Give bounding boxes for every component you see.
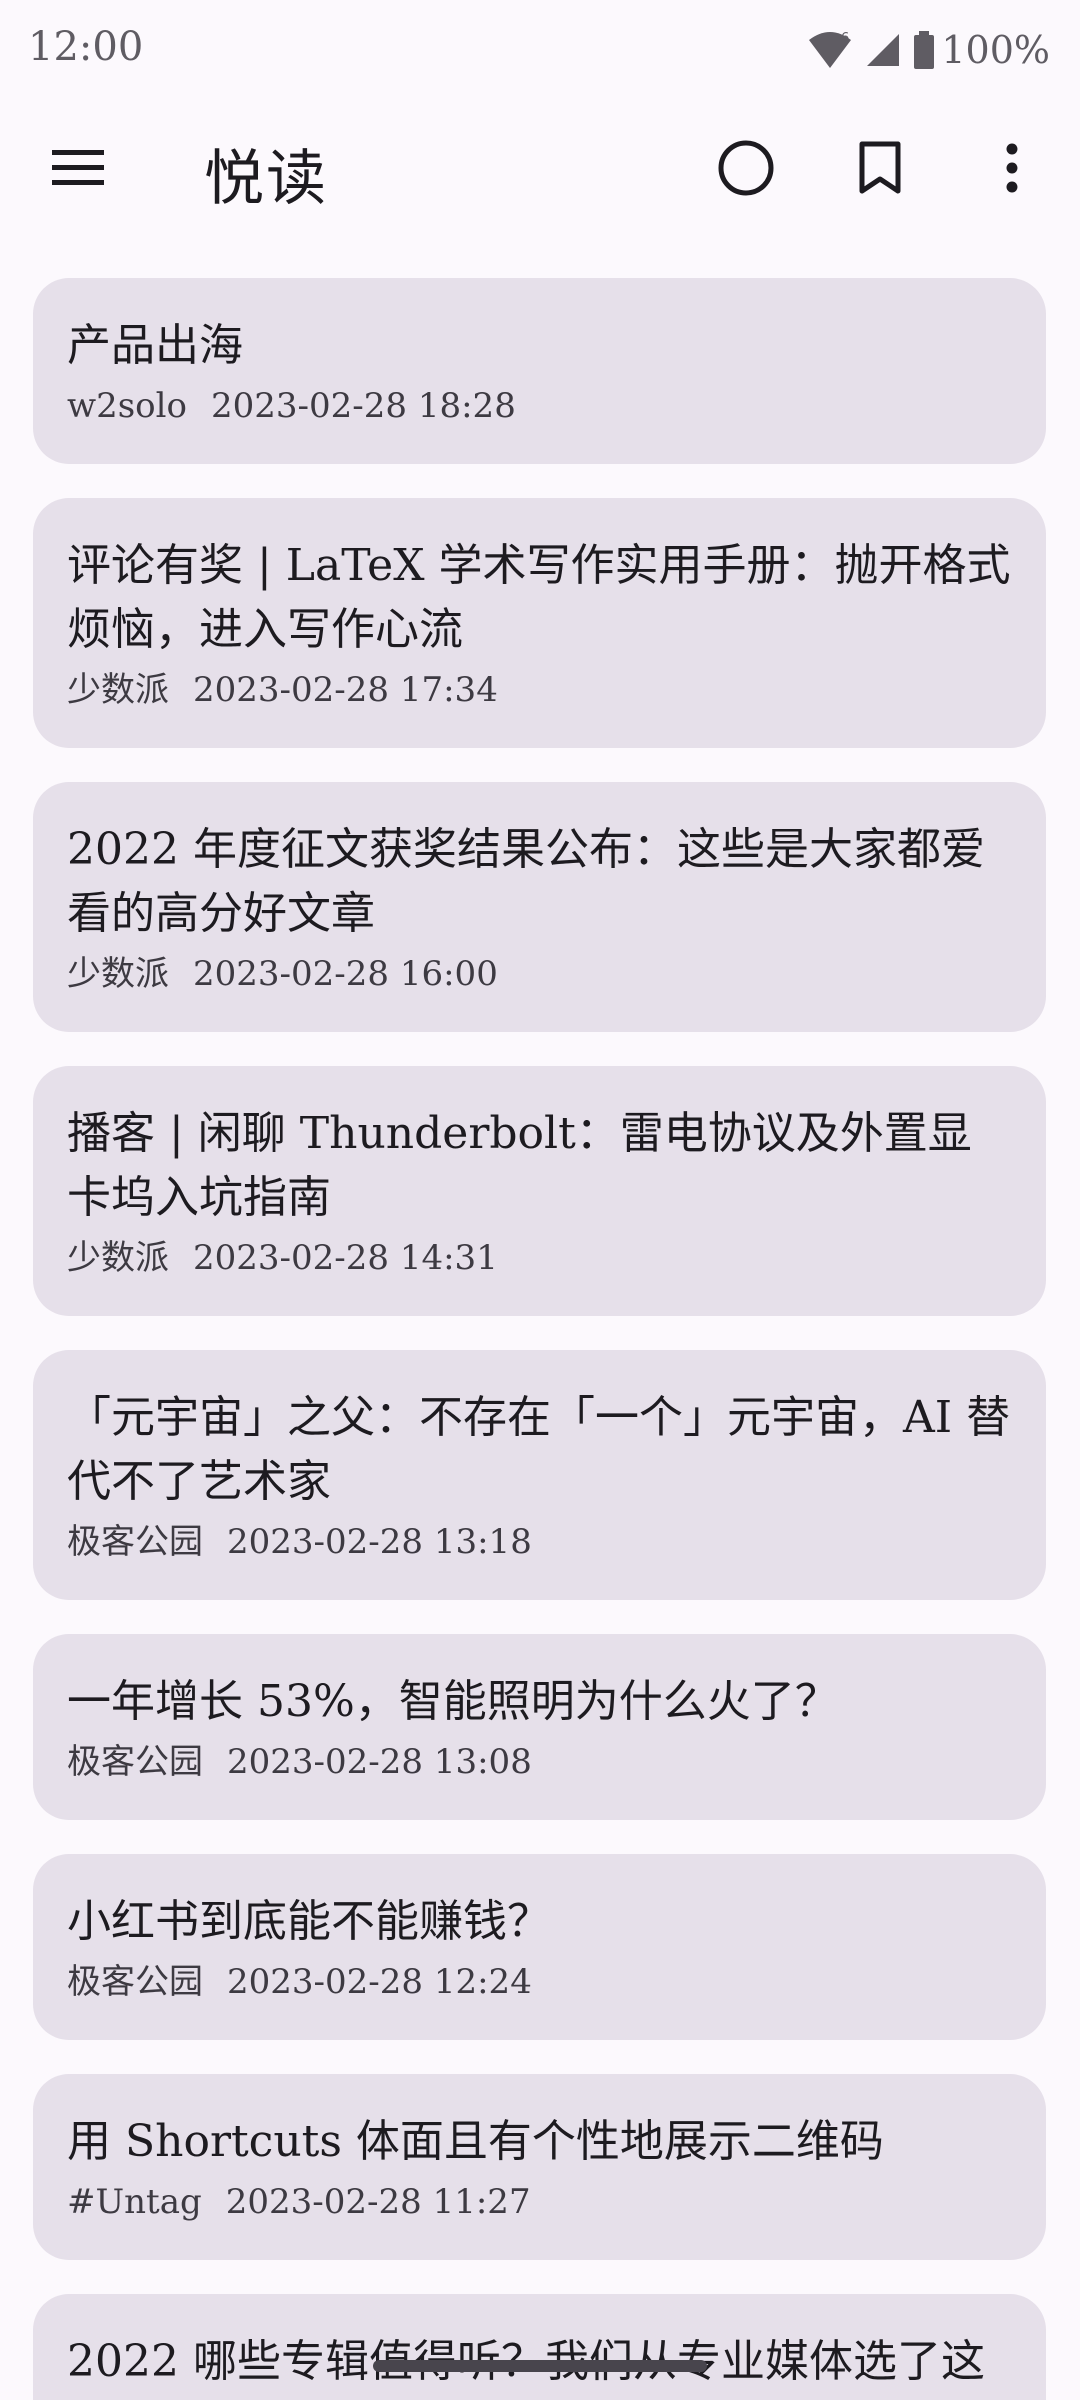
- article-feed: 产品出海 w2solo 2023-02-28 18:28 评论有奖 | LaTe…: [33, 278, 1046, 2400]
- battery-percentage: 100%: [941, 28, 1050, 72]
- status-bar: 12:00 6 100%: [0, 0, 1080, 100]
- article-title: 小红书到底能不能赚钱？: [67, 1896, 551, 1947]
- circle-icon: [716, 138, 776, 202]
- article-title: 用 Shortcuts 体面且有个性地展示二维码: [67, 2116, 884, 2167]
- top-app-bar: 悦读: [0, 100, 1080, 240]
- article-meta: w2solo 2023-02-28 18:28: [67, 384, 1012, 428]
- article-time: 2023-02-28 12:24: [227, 1962, 532, 2002]
- article-source: 少数派: [67, 954, 169, 994]
- wifi-icon: 6: [807, 30, 853, 70]
- article-title: 2022 年度征文获奖结果公布：这些是大家都爱看的高分好文章: [67, 824, 985, 939]
- article-card[interactable]: 播客 | 闲聊 Thunderbolt：雷电协议及外置显卡坞入坑指南 少数派 2…: [33, 1066, 1046, 1316]
- article-source: 少数派: [67, 1238, 169, 1278]
- article-source: w2solo: [67, 386, 187, 426]
- article-title: 播客 | 闲聊 Thunderbolt：雷电协议及外置显卡坞入坑指南: [67, 1108, 972, 1223]
- menu-icon: [52, 148, 104, 192]
- menu-button[interactable]: [28, 128, 128, 212]
- article-time: 2023-02-28 13:08: [227, 1742, 532, 1782]
- article-meta: #Untag 2023-02-28 11:27: [67, 2180, 1012, 2224]
- article-title: 产品出海: [67, 320, 243, 371]
- article-source: #Untag: [67, 2182, 202, 2222]
- article-source: 极客公园: [67, 1742, 203, 1782]
- article-meta: 极客公园 2023-02-28 13:18: [67, 1520, 1012, 1564]
- app-title: 悦读: [204, 144, 328, 214]
- svg-text:6: 6: [841, 31, 849, 46]
- article-time: 2023-02-28 13:18: [227, 1522, 532, 1562]
- article-card[interactable]: 「元宇宙」之父：不存在「一个」元宇宙，AI 替代不了艺术家 极客公园 2023-…: [33, 1350, 1046, 1600]
- article-card[interactable]: 用 Shortcuts 体面且有个性地展示二维码 #Untag 2023-02-…: [33, 2074, 1046, 2260]
- circle-button[interactable]: [696, 128, 796, 212]
- article-time: 2023-02-28 14:31: [193, 1238, 498, 1278]
- gesture-navigation-bar[interactable]: [373, 2360, 707, 2372]
- more-options-button[interactable]: [962, 128, 1062, 212]
- more-vert-icon: [1005, 143, 1019, 197]
- status-time: 12:00: [28, 24, 144, 70]
- article-card[interactable]: 2022 哪些专辑值得听？我们从专业媒体选了这: [33, 2294, 1046, 2400]
- article-meta: 少数派 2023-02-28 17:34: [67, 668, 1012, 712]
- cellular-signal-icon: [865, 32, 901, 68]
- article-title: 一年增长 53%，智能照明为什么火了？: [67, 1676, 839, 1727]
- article-card[interactable]: 小红书到底能不能赚钱？ 极客公园 2023-02-28 12:24: [33, 1854, 1046, 2040]
- bookmark-icon: [858, 141, 902, 199]
- article-card[interactable]: 评论有奖 | LaTeX 学术写作实用手册：抛开格式烦恼，进入写作心流 少数派 …: [33, 498, 1046, 748]
- article-title: 评论有奖 | LaTeX 学术写作实用手册：抛开格式烦恼，进入写作心流: [67, 540, 1011, 655]
- battery-icon: [913, 31, 935, 69]
- article-source: 极客公园: [67, 1962, 203, 2002]
- article-title: 「元宇宙」之父：不存在「一个」元宇宙，AI 替代不了艺术家: [67, 1392, 1011, 1507]
- article-meta: 极客公园 2023-02-28 12:24: [67, 1960, 1012, 2004]
- article-source: 少数派: [67, 670, 169, 710]
- status-icons: 6 100%: [807, 22, 1050, 78]
- article-meta: 极客公园 2023-02-28 13:08: [67, 1740, 1012, 1784]
- bookmark-button[interactable]: [830, 128, 930, 212]
- article-card[interactable]: 2022 年度征文获奖结果公布：这些是大家都爱看的高分好文章 少数派 2023-…: [33, 782, 1046, 1032]
- article-time: 2023-02-28 17:34: [193, 670, 498, 710]
- article-meta: 少数派 2023-02-28 16:00: [67, 952, 1012, 996]
- article-time: 2023-02-28 11:27: [225, 2182, 531, 2222]
- article-meta: 少数派 2023-02-28 14:31: [67, 1236, 1012, 1280]
- article-source: 极客公园: [67, 1522, 203, 1562]
- article-card[interactable]: 一年增长 53%，智能照明为什么火了？ 极客公园 2023-02-28 13:0…: [33, 1634, 1046, 1820]
- article-time: 2023-02-28 18:28: [211, 386, 516, 426]
- article-time: 2023-02-28 16:00: [193, 954, 498, 994]
- article-card[interactable]: 产品出海 w2solo 2023-02-28 18:28: [33, 278, 1046, 464]
